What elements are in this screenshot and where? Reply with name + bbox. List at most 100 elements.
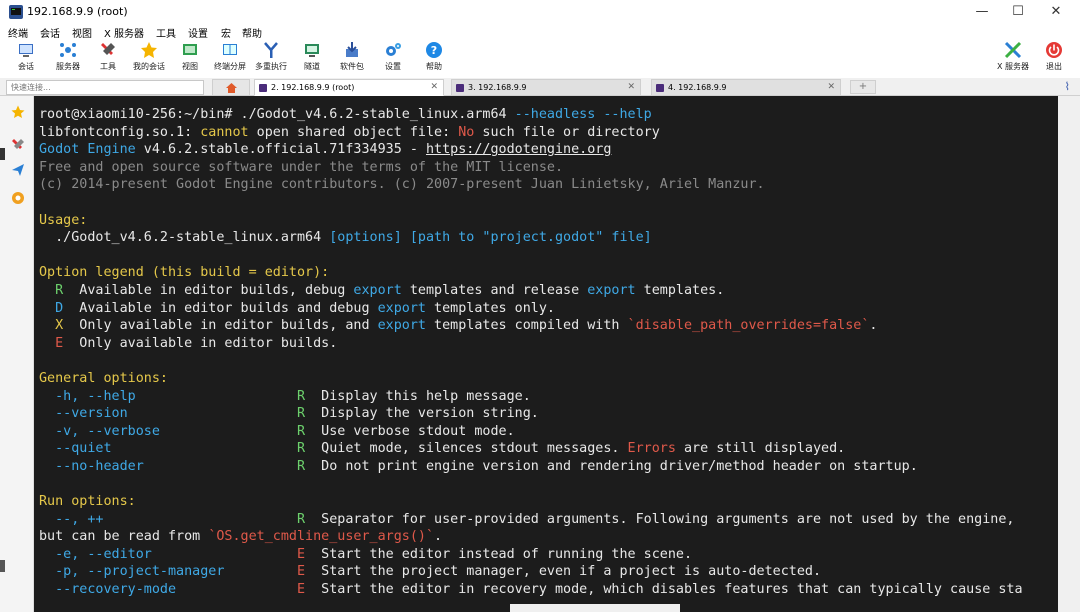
- terminal-line: X Only available in editor builds, and e…: [39, 317, 1023, 335]
- close-button[interactable]: ✕: [1038, 0, 1074, 24]
- terminal-pane[interactable]: root@xiaomi10-256:~/bin# ./Godot_v4.6.2-…: [34, 96, 1058, 612]
- terminal-text: open shared object file:: [248, 124, 459, 140]
- help-button[interactable]: ? 帮助: [412, 41, 456, 77]
- exit-button[interactable]: 退出: [1032, 41, 1076, 77]
- terminal-text: .: [869, 318, 878, 334]
- terminal-text: libfontconfig.so.1:: [39, 124, 201, 140]
- terminal-line: D Available in editor builds and debug e…: [39, 300, 1023, 318]
- terminal-text: E: [297, 582, 306, 598]
- terminal-text: but can be read from: [39, 529, 209, 545]
- terminal-line: --no-header R Do not print engine versio…: [39, 458, 1023, 476]
- terminal-text: --headless --help: [514, 107, 652, 122]
- session-button[interactable]: 会话: [4, 41, 48, 77]
- terminal-text: Only available in editor builds.: [63, 335, 338, 351]
- terminal-text: Free and open source software under the …: [39, 159, 564, 175]
- terminal-text: Display the version string.: [305, 406, 539, 422]
- x-server-icon: [1004, 41, 1022, 59]
- menu-macros[interactable]: 宏: [221, 25, 231, 40]
- right-edge: [1058, 96, 1080, 612]
- menu-help[interactable]: 帮助: [242, 25, 262, 40]
- terminal-line: -p, --project-manager E Start the projec…: [39, 563, 1023, 581]
- tab-session-4[interactable]: 4. 192.168.9.9 ✕: [651, 79, 841, 96]
- terminal-text: templates only.: [425, 300, 555, 316]
- x-server-button[interactable]: X 服务器: [991, 41, 1035, 77]
- terminal-text: Quiet mode, silences stdout messages.: [305, 441, 628, 457]
- terminal-text: Errors: [627, 441, 676, 457]
- terminal-line: Free and open source software under the …: [39, 159, 1023, 177]
- close-tab-icon[interactable]: ✕: [627, 82, 635, 92]
- view-button[interactable]: 视图: [168, 41, 212, 77]
- terminal-text: root@xiaomi10-256:~/bin# ./Godot_v4.6.2-…: [39, 107, 515, 122]
- terminal-line: Usage:: [39, 212, 1023, 230]
- close-tab-icon[interactable]: ✕: [430, 82, 438, 92]
- packages-button[interactable]: 软件包: [330, 41, 374, 77]
- terminal-text: templates and release: [401, 282, 588, 298]
- terminal-text: R: [297, 406, 306, 422]
- home-tab[interactable]: [212, 79, 250, 96]
- terminal-text: Only available in editor builds, and: [63, 318, 378, 334]
- terminal-text: R: [297, 458, 306, 474]
- attachment-icon[interactable]: ⌇: [1065, 80, 1070, 93]
- view-icon: [183, 44, 197, 55]
- terminal-line: root@xiaomi10-256:~/bin# ./Godot_v4.6.2-…: [39, 106, 1023, 124]
- my-sessions-button[interactable]: 我的会话: [127, 41, 171, 77]
- tab-session-3[interactable]: 3. 192.168.9.9 ✕: [451, 79, 641, 96]
- side-panel: [0, 96, 34, 612]
- menu-tools[interactable]: 工具: [156, 25, 176, 40]
- terminal-line: -e, --editor E Start the editor instead …: [39, 546, 1023, 564]
- terminal-text[interactable]: https://godotengine.org: [426, 142, 611, 157]
- terminal-line: -v, --verbose R Use verbose stdout mode.: [39, 423, 1023, 441]
- multi-exec-button[interactable]: 多重执行: [249, 41, 293, 77]
- servers-icon: [60, 43, 76, 57]
- terminal-text: export: [587, 282, 636, 298]
- tools-button[interactable]: 工具: [86, 41, 130, 77]
- terminal-text: templates.: [635, 282, 725, 298]
- packages-icon: [346, 42, 358, 57]
- terminal-text: Display this help message.: [305, 388, 531, 404]
- terminal-text: Start the project manager, even if a pro…: [305, 564, 822, 580]
- menu-view[interactable]: 视图: [72, 25, 92, 40]
- minimize-button[interactable]: —: [964, 0, 1000, 24]
- star-icon[interactable]: [11, 105, 25, 119]
- tools-icon[interactable]: [11, 138, 25, 152]
- maximize-button[interactable]: ☐: [1000, 0, 1036, 24]
- menu-terminal[interactable]: 终端: [8, 25, 28, 40]
- terminal-text: --quiet: [55, 441, 112, 457]
- menu-settings[interactable]: 设置: [188, 25, 208, 40]
- tab-session-2[interactable]: 2. 192.168.9.9 (root) ✕: [254, 79, 444, 96]
- terminal-text: `disable_path_overrides=false`: [627, 318, 870, 334]
- macro-icon[interactable]: [11, 191, 25, 205]
- terminal-text: export: [377, 300, 426, 316]
- tunnel-button[interactable]: 隧道: [290, 41, 334, 77]
- split-terminal-button[interactable]: 终端分屏: [208, 41, 252, 77]
- quick-connect-input[interactable]: [6, 80, 204, 95]
- terminal-text: Available in editor builds, debug: [63, 282, 354, 298]
- menu-x-server[interactable]: X 服务器: [104, 25, 144, 40]
- terminal-text: R: [297, 423, 306, 439]
- menu-sessions[interactable]: 会话: [40, 25, 60, 40]
- terminal-text: Start the editor instead of running the …: [305, 546, 693, 562]
- new-tab-button[interactable]: +: [850, 80, 876, 94]
- terminal-text: .: [434, 529, 443, 545]
- tab-bar: 2. 192.168.9.9 (root) ✕ 3. 192.168.9.9 ✕…: [0, 78, 1080, 96]
- servers-button[interactable]: 服务器: [46, 41, 90, 77]
- settings-button[interactable]: 设置: [371, 41, 415, 77]
- terminal-line: but can be read from `OS.get_cmdline_use…: [39, 528, 1023, 546]
- terminal-text: --version: [55, 406, 128, 422]
- toolbar: 会话 服务器 工具 我的会话 视图 终端分屏 多重执行 隧道 软件包 设置 ? …: [0, 40, 1080, 78]
- terminal-text: Use verbose stdout mode.: [305, 423, 515, 439]
- close-tab-icon[interactable]: ✕: [827, 82, 835, 92]
- svg-text:?: ?: [431, 44, 437, 57]
- terminal-text: v4.6.2.stable.official.71f334935 -: [135, 142, 426, 158]
- send-icon[interactable]: [11, 163, 25, 177]
- terminal-output: root@xiaomi10-256:~/bin# ./Godot_v4.6.2-…: [39, 106, 1023, 599]
